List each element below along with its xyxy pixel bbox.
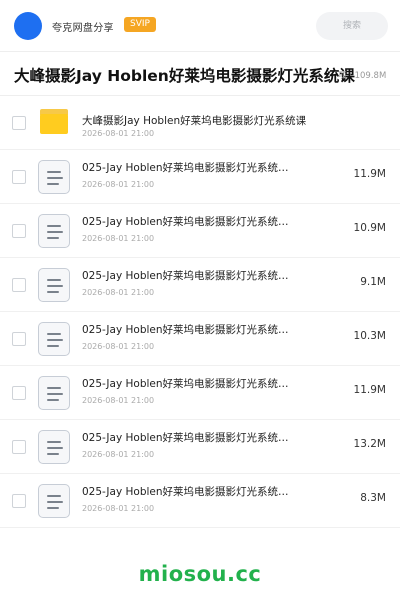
file-name: 025-Jay Hoblen好莱坞电影摄影灯光系统… — [82, 324, 289, 336]
document-icon — [38, 376, 70, 410]
file-size: 13.2M — [353, 438, 386, 450]
search-button[interactable]: 搜索 — [316, 12, 388, 40]
checkbox[interactable] — [12, 278, 26, 292]
file-size: 10.3M — [353, 330, 386, 342]
document-icon — [38, 322, 70, 356]
file-size: 11.9M — [353, 168, 386, 180]
title-bar: 大峰摄影Jay Hoblen好莱坞电影摄影灯光系统课 项 · 109.8M — [0, 52, 400, 96]
file-date: 2026-08-01 21:00 — [82, 234, 155, 243]
list-item[interactable]: 025-Jay Hoblen好莱坞电影摄影灯光系统… 2026-08-01 21… — [0, 366, 400, 420]
list-item[interactable]: 025-Jay Hoblen好莱坞电影摄影灯光系统… 2026-08-01 21… — [0, 204, 400, 258]
list-item[interactable]: 025-Jay Hoblen好莱坞电影摄影灯光系统… 2026-08-01 21… — [0, 312, 400, 366]
checkbox[interactable] — [12, 332, 26, 346]
file-name: 025-Jay Hoblen好莱坞电影摄影灯光系统… — [82, 162, 289, 174]
file-size: 8.3M — [360, 492, 386, 504]
document-icon — [38, 214, 70, 248]
document-icon — [38, 160, 70, 194]
file-list: 大峰摄影Jay Hoblen好莱坞电影摄影灯光系统课 2026-08-01 21… — [0, 96, 400, 528]
file-size: 11.9M — [353, 384, 386, 396]
checkbox[interactable] — [12, 170, 26, 184]
list-item[interactable]: 025-Jay Hoblen好莱坞电影摄影灯光系统… 2026-08-01 21… — [0, 420, 400, 474]
checkbox[interactable] — [12, 440, 26, 454]
list-item[interactable]: 025-Jay Hoblen好莱坞电影摄影灯光系统… 2026-08-01 21… — [0, 258, 400, 312]
title-meta: 项 · 109.8M — [338, 71, 387, 81]
checkbox[interactable] — [12, 386, 26, 400]
file-name: 025-Jay Hoblen好莱坞电影摄影灯光系统… — [82, 432, 289, 444]
file-name: 025-Jay Hoblen好莱坞电影摄影灯光系统… — [82, 378, 289, 390]
list-item-folder[interactable]: 大峰摄影Jay Hoblen好莱坞电影摄影灯光系统课 2026-08-01 21… — [0, 96, 400, 150]
vip-badge: SVIP — [124, 17, 156, 32]
file-date: 2026-08-01 21:00 — [82, 180, 155, 189]
file-date: 2026-08-01 21:00 — [82, 288, 155, 297]
document-icon — [38, 430, 70, 464]
list-item[interactable]: 025-Jay Hoblen好莱坞电影摄影灯光系统… 2026-08-01 21… — [0, 150, 400, 204]
site-name: 夸克网盘分享 — [52, 23, 114, 34]
file-date: 2026-08-01 21:00 — [82, 396, 155, 405]
header: 夸克网盘分享 SVIP 搜索 — [0, 0, 400, 52]
checkbox[interactable] — [12, 116, 26, 130]
checkbox[interactable] — [12, 224, 26, 238]
document-icon — [38, 484, 70, 518]
file-name: 025-Jay Hoblen好莱坞电影摄影灯光系统… — [82, 270, 289, 282]
checkbox[interactable] — [12, 494, 26, 508]
file-size: 9.1M — [360, 276, 386, 288]
page-title: 大峰摄影Jay Hoblen好莱坞电影摄影灯光系统课 — [14, 67, 355, 85]
file-date: 2026-08-01 21:00 — [82, 450, 155, 459]
file-size: 10.9M — [353, 222, 386, 234]
file-date: 2026-08-01 21:00 — [82, 129, 155, 138]
file-date: 2026-08-01 21:00 — [82, 504, 155, 513]
folder-icon — [38, 106, 70, 140]
file-date: 2026-08-01 21:00 — [82, 342, 155, 351]
avatar[interactable] — [14, 12, 42, 40]
file-name: 025-Jay Hoblen好莱坞电影摄影灯光系统… — [82, 216, 289, 228]
file-name: 025-Jay Hoblen好莱坞电影摄影灯光系统… — [82, 486, 289, 498]
watermark: miosou.cc — [138, 562, 262, 586]
document-icon — [38, 268, 70, 302]
list-item[interactable]: 025-Jay Hoblen好莱坞电影摄影灯光系统… 2026-08-01 21… — [0, 474, 400, 528]
file-name: 大峰摄影Jay Hoblen好莱坞电影摄影灯光系统课 — [82, 115, 307, 127]
